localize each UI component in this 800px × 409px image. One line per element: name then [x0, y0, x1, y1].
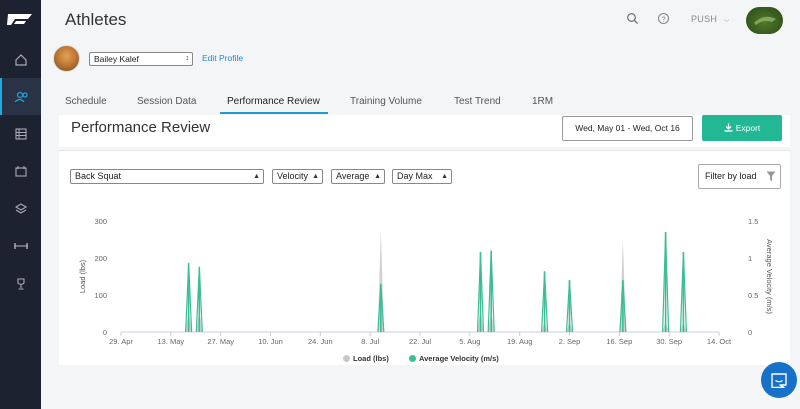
- athlete-select[interactable]: Bailey Kalef ↕: [89, 52, 193, 66]
- user-avatar[interactable]: [746, 7, 783, 34]
- panel-title: Performance Review: [71, 119, 211, 136]
- avatar-image: [754, 16, 776, 25]
- x-tick-label: 5. Aug: [459, 337, 480, 346]
- search-button[interactable]: [626, 12, 639, 30]
- sidebar-item-athletes[interactable]: [0, 78, 41, 115]
- y-right-tick-label: 0: [748, 328, 752, 337]
- metric-select[interactable]: Velocity ▲︎: [272, 169, 323, 184]
- svg-text:?: ?: [661, 14, 665, 23]
- exercise-value: Back Squat: [75, 171, 122, 181]
- edit-profile-link[interactable]: Edit Profile: [202, 53, 243, 63]
- layers-icon: [14, 202, 27, 214]
- tab-session-data[interactable]: Session Data: [137, 96, 196, 107]
- sidebar-item-leaderboard[interactable]: [0, 265, 41, 302]
- sidebar-item-calendar[interactable]: [0, 152, 41, 189]
- tab-training-volume[interactable]: Training Volume: [350, 96, 422, 107]
- filter-label: Filter by load: [705, 171, 757, 181]
- app: Athletes ? PUSH ⌵ Bailey Kalef ↕ Edit Pr…: [0, 0, 800, 409]
- calendar-icon: [14, 165, 27, 177]
- select-arrows-icon: ▲︎: [253, 173, 260, 180]
- legend-velocity[interactable]: Average Velocity (m/s): [409, 354, 499, 363]
- y-right-axis-title: Average Velocity (m/s): [765, 239, 774, 314]
- sidebar: [0, 0, 41, 409]
- performance-review-header: Performance Review Wed, May 01 - Wed, Oc…: [59, 115, 790, 147]
- sidebar-item-table[interactable]: [0, 115, 41, 152]
- tab-test-trend[interactable]: Test Trend: [454, 96, 501, 107]
- filter-by-load-button[interactable]: Filter by load: [698, 164, 781, 189]
- export-label: Export: [735, 123, 761, 133]
- chat-support-button[interactable]: [761, 362, 797, 398]
- y-right-tick-label: 0.5: [748, 291, 758, 300]
- athlete-avatar: [53, 45, 80, 72]
- logo-icon: [6, 13, 32, 25]
- x-tick-label: 13. May: [157, 337, 184, 346]
- x-tick-label: 2. Sep: [559, 337, 581, 346]
- sidebar-item-layers[interactable]: [0, 190, 41, 227]
- x-tick-label: 22. Jul: [409, 337, 431, 346]
- x-tick-label: 29. Apr: [109, 337, 133, 346]
- sidebar-item-home[interactable]: [0, 41, 41, 78]
- trophy-icon: [16, 277, 25, 290]
- help-button[interactable]: ?: [657, 12, 670, 30]
- select-arrows-icon: ▲︎: [312, 173, 319, 180]
- top-header: Athletes ? PUSH ⌵: [41, 0, 800, 40]
- performance-chart: 29. Apr 13. May 27. May 10. Jun 24. Jun 8. Ju…: [78, 217, 774, 346]
- chat-icon: [771, 372, 787, 388]
- brand-logo[interactable]: [0, 0, 41, 39]
- y-left-tick-label: 300: [94, 217, 107, 226]
- performance-review-panel: Back Squat ▲︎ Velocity ▲︎ Average ▲︎ Day Ma…: [59, 150, 790, 365]
- tab-schedule[interactable]: Schedule: [65, 96, 107, 107]
- chevron-down-icon: ⌵: [724, 17, 730, 24]
- x-tick-label: 19. Aug: [507, 337, 532, 346]
- org-name: PUSH: [691, 14, 718, 24]
- grouping-select[interactable]: Day Max ▲︎: [392, 169, 452, 184]
- x-tick-label: 16. Sep: [606, 337, 632, 346]
- y-left-tick-label: 200: [94, 254, 107, 263]
- legend-velocity-label: Average Velocity (m/s): [419, 354, 499, 363]
- metric-value: Velocity: [277, 171, 309, 181]
- y-right-tick-label: 1.5: [748, 217, 758, 226]
- date-range-picker[interactable]: Wed, May 01 - Wed, Oct 16: [562, 116, 693, 141]
- export-button[interactable]: Export: [702, 115, 782, 141]
- x-tick-label: 24. Jun: [308, 337, 333, 346]
- y-left-tick-label: 0: [103, 328, 107, 337]
- y-left-tick-label: 100: [94, 291, 107, 300]
- legend-velocity-swatch: [409, 355, 416, 362]
- filter-icon: [766, 171, 776, 181]
- sidebar-item-exercises[interactable]: [0, 227, 41, 264]
- x-tick-label: 8. Jul: [361, 337, 379, 346]
- exercise-select[interactable]: Back Squat ▲︎: [70, 169, 264, 184]
- org-switcher[interactable]: PUSH ⌵: [691, 14, 730, 25]
- select-arrows-icon: ▲︎: [441, 173, 448, 180]
- grouping-value: Day Max: [397, 171, 433, 181]
- users-icon: [14, 91, 28, 102]
- x-tick-label: 10. Jun: [258, 337, 283, 346]
- table-icon: [14, 127, 27, 140]
- download-icon: [724, 123, 733, 132]
- active-tab-indicator: [220, 112, 328, 114]
- tab-bar: Schedule Session Data Performance Review…: [41, 91, 800, 116]
- legend-load-label: Load (lbs): [353, 354, 389, 363]
- search-icon: [627, 13, 638, 24]
- select-arrows-icon: ↕: [185, 55, 190, 62]
- page-title: Athletes: [65, 10, 127, 29]
- x-tick-label: 14. Oct: [707, 337, 732, 346]
- aggregate-value: Average: [336, 171, 370, 181]
- dumbbell-icon: [13, 242, 28, 249]
- legend-load[interactable]: Load (lbs): [343, 354, 389, 363]
- x-tick-label: 27. May: [207, 337, 234, 346]
- x-tick-label: 30. Sep: [656, 337, 682, 346]
- y-left-axis-title: Load (lbs): [78, 259, 87, 293]
- select-arrows-icon: ▲︎: [374, 173, 381, 180]
- athlete-name: Bailey Kalef: [94, 54, 139, 64]
- tab-1rm[interactable]: 1RM: [532, 96, 553, 107]
- legend-load-swatch: [343, 355, 350, 362]
- y-right-tick-label: 1: [748, 254, 752, 263]
- aggregate-select[interactable]: Average ▲︎: [331, 169, 385, 184]
- home-icon: [14, 53, 27, 66]
- tab-performance-review[interactable]: Performance Review: [227, 96, 320, 107]
- help-icon: ?: [657, 12, 670, 25]
